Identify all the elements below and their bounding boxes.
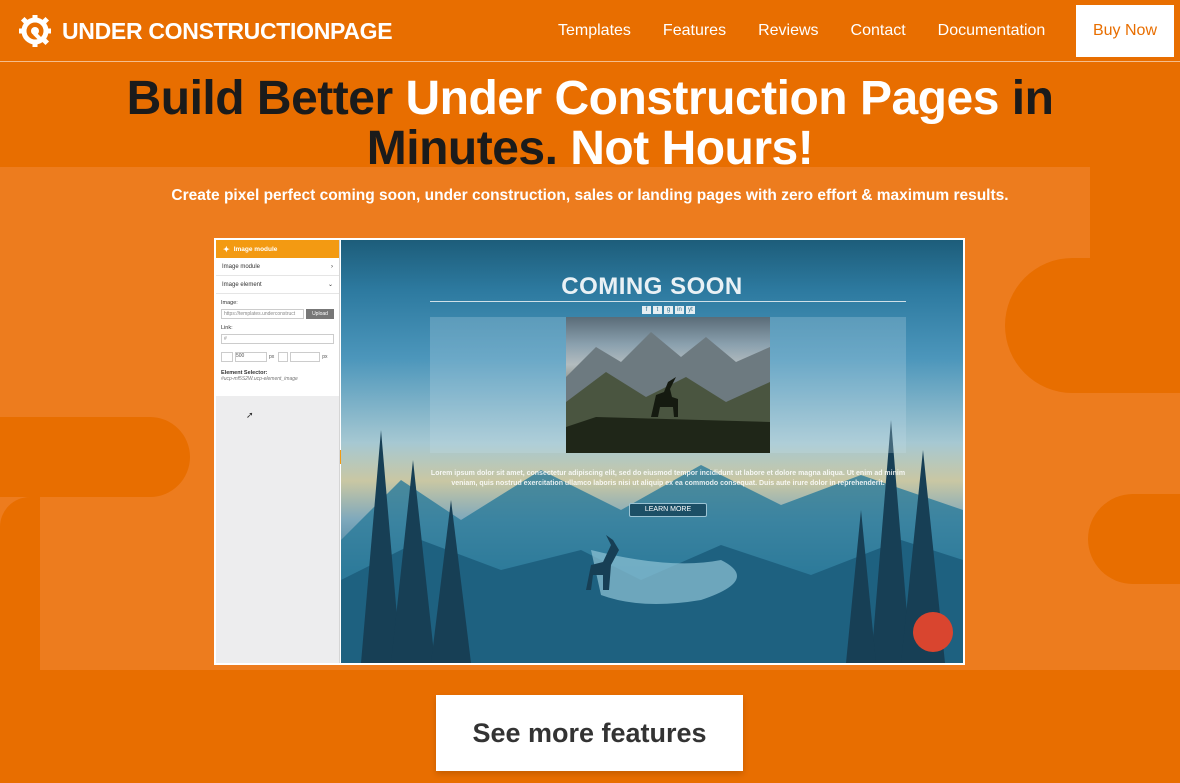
headline-part: Build Better <box>126 72 406 125</box>
headline-part: Minutes. <box>366 122 558 175</box>
youtube-icon: yt <box>686 306 695 314</box>
headline-part: Not Hours! <box>557 122 814 175</box>
image-input-row: https://templates.underconstruct Upload <box>216 309 339 319</box>
link-label: Link: <box>221 325 233 331</box>
size-row: 500 px px <box>216 352 339 362</box>
panel-row-label: Image element <box>222 281 262 288</box>
logo[interactable]: UNDER CONSTRUCTIONPAGE <box>18 14 393 48</box>
mouse-cursor-icon: ➚ <box>246 410 254 420</box>
decor-blob <box>1005 258 1180 393</box>
main-nav: Templates Features Reviews Contact Docum… <box>556 5 1061 57</box>
site-header: UNDER CONSTRUCTIONPAGE Templates Feature… <box>0 0 1180 62</box>
photo-art <box>566 332 770 453</box>
sparkle-icon: ✦ <box>223 244 230 254</box>
panel-header-label: Image module <box>233 245 278 253</box>
brand-badge-icon <box>913 612 953 652</box>
social-icons: f t g in yt <box>642 306 697 314</box>
decor-blob <box>0 417 190 497</box>
decor-blob <box>0 497 40 670</box>
panel-row: Image module › <box>216 258 339 276</box>
selector-value: #ucp-mf5S2W.ucp-element_image <box>221 376 298 382</box>
gear-icon <box>19 15 51 47</box>
see-more-features-button[interactable]: See more features <box>436 695 743 771</box>
image-label: Image: <box>221 300 238 306</box>
google-plus-icon: g <box>664 306 673 314</box>
mountain-elk-photo <box>566 317 770 453</box>
preview-body-text: Lorem ipsum dolor sit amet, consectetur … <box>430 470 906 487</box>
twitter-icon: t <box>653 306 662 314</box>
linkedin-icon: in <box>675 306 684 314</box>
product-screenshot: ✦ Image module Image module › Image elem… <box>214 238 965 665</box>
unit-label: px <box>269 354 275 360</box>
hero-subhead: Create pixel perfect coming soon, under … <box>171 187 1009 204</box>
facebook-icon: f <box>642 306 651 314</box>
panel-row-label: Image module <box>222 263 261 270</box>
panel-row: Image element ⌄ <box>216 276 339 294</box>
learn-more-button: LEARN MORE <box>629 503 707 517</box>
panel-body: Image module › Image element ⌄ Image: ht… <box>216 258 339 396</box>
panel-header: ✦ Image module <box>216 240 339 258</box>
title-divider <box>430 301 906 302</box>
coming-soon-title: COMING SOON <box>561 273 743 300</box>
nav-link-templates[interactable]: Templates <box>556 22 633 40</box>
buy-now-button[interactable]: Buy Now <box>1076 5 1174 57</box>
link-field: # <box>221 334 334 344</box>
height-field <box>290 352 321 362</box>
headline-part: in <box>998 72 1054 125</box>
logo-text: UNDER CONSTRUCTIONPAGE <box>62 17 393 44</box>
width-field: 500 <box>235 352 267 362</box>
unit-label: px <box>322 354 328 360</box>
headline-part: Under Construction Pages <box>405 72 999 125</box>
upload-button: Upload <box>306 309 334 319</box>
chevron-right-icon: › <box>331 263 333 270</box>
nav-link-features[interactable]: Features <box>661 22 728 40</box>
nav-link-documentation[interactable]: Documentation <box>936 22 1048 40</box>
width-toggle-box <box>221 352 233 362</box>
image-url-field: https://templates.underconstruct <box>221 309 304 319</box>
link-input-row: # <box>216 334 339 344</box>
hero-headline: Build Better Under Construction Pages in… <box>0 74 1180 174</box>
nav-link-reviews[interactable]: Reviews <box>756 22 820 40</box>
page-preview: COMING SOON f t g in yt Lorem ipsum dolo… <box>341 240 963 663</box>
nav-link-contact[interactable]: Contact <box>849 22 908 40</box>
decor-blob <box>1088 494 1180 584</box>
chevron-down-icon: ⌄ <box>327 282 333 288</box>
stepper-box <box>278 352 289 362</box>
decor-blob <box>1090 167 1180 258</box>
editor-panel: ✦ Image module Image module › Image elem… <box>216 240 340 663</box>
